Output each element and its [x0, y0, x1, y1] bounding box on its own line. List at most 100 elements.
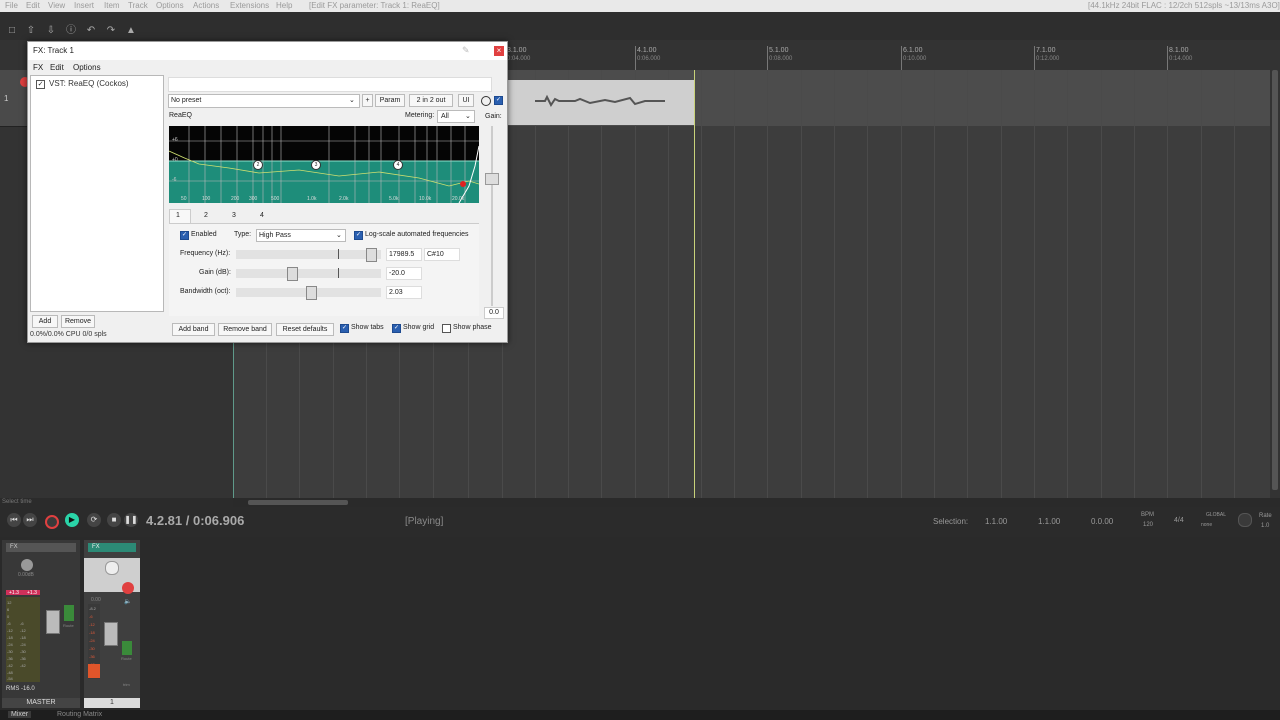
save-project-icon[interactable]: ⇩ [46, 26, 56, 36]
rate-value[interactable]: 1.0 [1261, 523, 1269, 529]
tab-band-1[interactable]: 1 [176, 212, 180, 219]
selection-end[interactable]: 1.1.00 [1038, 517, 1060, 526]
redo-icon[interactable]: ↷ [106, 26, 116, 36]
tab-band-2[interactable]: 2 [204, 212, 208, 219]
time-signature[interactable]: 4/4 [1174, 517, 1184, 524]
tab-band-3[interactable]: 3 [232, 212, 236, 219]
note-value[interactable]: C#10 [424, 248, 460, 261]
tab-routing-matrix[interactable]: Routing Matrix [57, 711, 102, 718]
gain-db-slider[interactable] [236, 269, 381, 278]
horizontal-scrollbar[interactable] [233, 498, 1280, 507]
menu-options[interactable]: Options [156, 1, 184, 10]
track-pan-knob[interactable] [105, 561, 119, 575]
param-button[interactable]: Param [375, 94, 405, 107]
menu-track[interactable]: Track [128, 1, 148, 10]
bandwidth-value[interactable]: 2.03 [386, 286, 422, 299]
show-phase-checkbox[interactable] [442, 324, 451, 333]
menu-file[interactable]: File [5, 1, 18, 10]
bypass-checkbox[interactable]: ✓ [494, 96, 503, 105]
global-value[interactable]: none [1201, 522, 1212, 528]
log-scale-checkbox[interactable]: ✓ [354, 231, 363, 240]
stop-button[interactable]: ■ [107, 513, 121, 527]
frequency-value[interactable]: 17989.5 [386, 248, 422, 261]
remove-band-button[interactable]: Remove band [218, 323, 272, 336]
io-button[interactable]: 2 in 2 out [409, 94, 453, 107]
menu-actions[interactable]: Actions [193, 1, 219, 10]
fx-menu-options[interactable]: Options [73, 63, 101, 72]
preset-add-button[interactable]: + [362, 94, 373, 107]
master-fader[interactable] [46, 610, 60, 634]
add-band-button[interactable]: Add band [172, 323, 215, 336]
preset-dropdown[interactable]: No preset ⌄ [168, 94, 360, 108]
frequency-slider-thumb[interactable] [366, 248, 377, 262]
undo-icon[interactable]: ↶ [86, 26, 96, 36]
rate-knob[interactable] [1238, 513, 1252, 527]
selection-length[interactable]: 0.0.00 [1091, 517, 1113, 526]
vertical-scrollbar[interactable] [1270, 40, 1280, 498]
eq-band-node[interactable]: 3 [311, 160, 321, 170]
tab-mixer[interactable]: Mixer [8, 711, 32, 718]
position-display[interactable]: 4.2.81 / 0:06.906 [146, 513, 244, 528]
menu-help[interactable]: Help [276, 1, 292, 10]
gain-value[interactable]: 0.0 [484, 307, 504, 319]
show-grid-checkbox[interactable]: ✓ [392, 324, 401, 333]
master-fx-slot[interactable]: FX [6, 543, 76, 552]
tab-band-4[interactable]: 4 [260, 212, 264, 219]
ui-button[interactable]: UI [458, 94, 474, 107]
menu-view[interactable]: View [48, 1, 65, 10]
bpm-value[interactable]: 120 [1143, 522, 1153, 528]
metering-dropdown[interactable]: All ⌄ [437, 110, 475, 123]
filter-type-dropdown[interactable]: High Pass ⌄ [256, 229, 346, 242]
gain-slider-track[interactable] [491, 126, 493, 306]
gain-db-value[interactable]: -20.0 [386, 267, 422, 280]
fx-window[interactable]: FX: Track 1 ✎ × FX Edit Options ✓ VST: R… [27, 41, 508, 343]
menu-insert[interactable]: Insert [74, 1, 94, 10]
eq-band-node[interactable]: 2 [253, 160, 263, 170]
ruler-label: 3.1.00 [507, 47, 527, 54]
master-route-button[interactable] [64, 605, 74, 621]
fx-titlebar[interactable]: FX: Track 1 [28, 42, 507, 60]
add-fx-button[interactable]: Add [32, 315, 58, 328]
play-button[interactable]: ▶ [65, 513, 79, 527]
selection-start[interactable]: 1.1.00 [985, 517, 1007, 526]
menu-item[interactable]: Item [104, 1, 120, 10]
scroll-thumb[interactable] [1272, 70, 1278, 490]
menu-extensions[interactable]: Extensions [230, 1, 269, 10]
open-project-icon[interactable]: ⇧ [26, 26, 36, 36]
go-to-start-icon[interactable]: ⏮ [7, 513, 21, 527]
reset-defaults-button[interactable]: Reset defaults [276, 323, 334, 336]
repeat-icon[interactable]: ⟳ [87, 513, 101, 527]
eq-band-node[interactable]: 4 [393, 160, 403, 170]
fx-menu-edit[interactable]: Edit [50, 63, 64, 72]
metronome-icon[interactable]: ▲ [126, 26, 136, 36]
power-icon[interactable] [481, 96, 491, 106]
enabled-checkbox[interactable]: ✓ [180, 231, 189, 240]
gain-db-slider-thumb[interactable] [287, 267, 298, 281]
new-project-icon[interactable]: □ [7, 26, 17, 36]
gain-slider-thumb[interactable] [485, 173, 499, 185]
pin-icon[interactable]: ✎ [462, 45, 470, 56]
frequency-slider[interactable] [236, 250, 381, 259]
pause-button[interactable]: ❚❚ [124, 513, 138, 527]
info-icon[interactable]: ⓘ [66, 26, 76, 36]
eq-graph[interactable]: +6 +0 -6 50 100 200 300 500 1.0k 2.0k 5.… [169, 126, 479, 203]
go-to-end-icon[interactable]: ⏭ [23, 513, 37, 527]
bandwidth-slider-thumb[interactable] [306, 286, 317, 300]
hscroll-thumb[interactable] [248, 500, 348, 505]
fx-enable-checkbox[interactable]: ✓ [36, 80, 45, 89]
menu-edit[interactable]: Edit [26, 1, 40, 10]
remove-fx-button[interactable]: Remove [61, 315, 95, 328]
fx-chain-list[interactable]: ✓ VST: ReaEQ (Cockos) [30, 75, 164, 312]
fx-chain-item[interactable]: VST: ReaEQ (Cockos) [49, 79, 129, 88]
track-fx-slot[interactable]: FX [88, 543, 136, 552]
media-item[interactable] [495, 80, 695, 125]
fx-menu-fx[interactable]: FX [33, 63, 43, 72]
track-fader[interactable] [104, 622, 118, 646]
track-record-arm-button[interactable] [122, 582, 134, 594]
track-route-button[interactable] [122, 641, 132, 655]
record-button[interactable] [45, 515, 59, 529]
show-tabs-checkbox[interactable]: ✓ [340, 324, 349, 333]
speaker-icon[interactable]: 🔈 [124, 598, 131, 605]
pan-knob[interactable] [21, 559, 33, 571]
close-button[interactable]: × [494, 46, 504, 56]
